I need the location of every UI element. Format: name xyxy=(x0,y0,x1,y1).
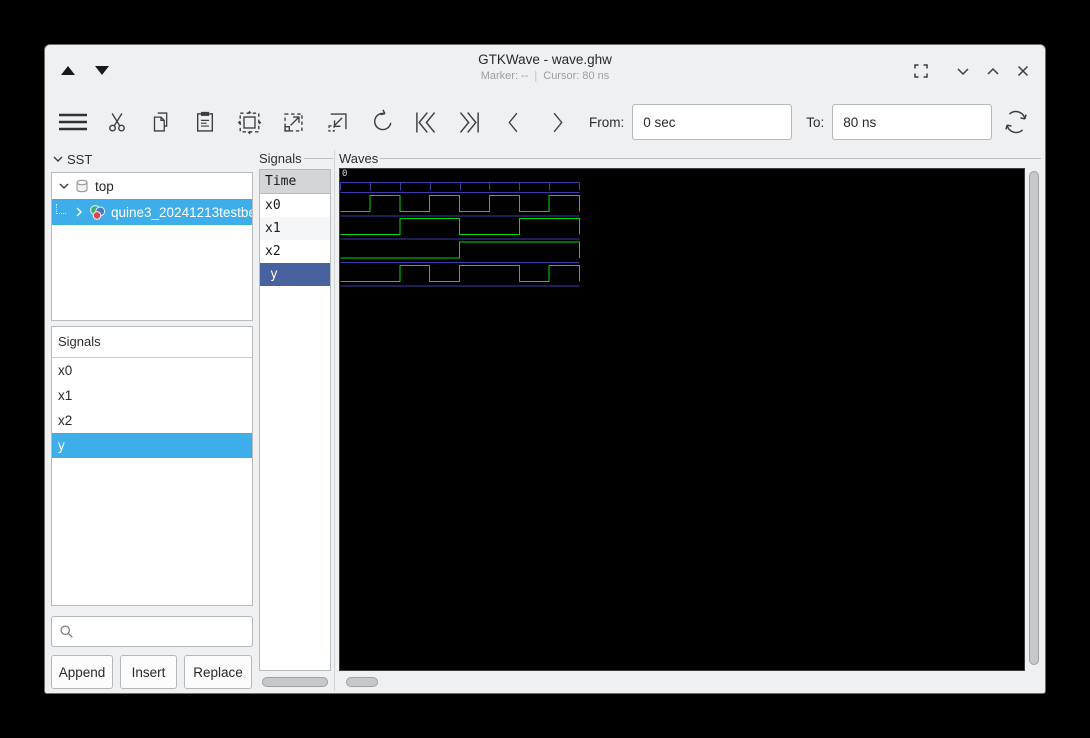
wave-hscrollbar[interactable] xyxy=(339,673,1041,691)
picker-item-x1[interactable]: x1 xyxy=(52,383,252,408)
chevron-left-icon xyxy=(500,109,527,136)
hamburger-icon xyxy=(57,106,89,138)
action-button-row: Append Insert Replace xyxy=(51,655,253,691)
tree-item-testbench[interactable]: quine3_20241213testbe xyxy=(52,199,252,225)
sst-section-header[interactable]: SST xyxy=(51,150,253,168)
toolbar: From: To: xyxy=(45,95,1045,149)
picker-item-x2[interactable]: x2 xyxy=(52,408,252,433)
zoom-out-icon xyxy=(324,109,351,136)
desktop-background: GTKWave - wave.ghw Marker: --|Cursor: 80… xyxy=(0,0,1090,738)
scissors-icon xyxy=(104,109,130,135)
to-input[interactable] xyxy=(832,104,992,140)
go-to-end-button[interactable] xyxy=(453,106,485,138)
database-icon xyxy=(74,178,90,194)
paste-button[interactable] xyxy=(189,106,221,138)
zoom-fit-button[interactable] xyxy=(233,106,265,138)
signal-search-box[interactable] xyxy=(51,616,253,647)
time-ruler-origin: 0 xyxy=(342,169,347,179)
scrollbar-thumb[interactable] xyxy=(262,677,328,687)
chevron-down-icon xyxy=(51,152,65,166)
tree-item-top[interactable]: top xyxy=(52,173,252,199)
time-column-header[interactable]: Time xyxy=(260,170,330,194)
insert-button[interactable]: Insert xyxy=(120,655,177,689)
chevron-right-icon xyxy=(544,109,571,136)
copy-icon xyxy=(148,109,174,135)
undo-icon xyxy=(368,109,395,136)
search-input[interactable] xyxy=(74,624,262,639)
module-icon xyxy=(89,204,106,221)
copy-button[interactable] xyxy=(145,106,177,138)
close-button[interactable] xyxy=(1013,61,1033,81)
chevron-down-icon xyxy=(953,61,973,81)
signals-frame-label: Signals xyxy=(259,150,333,166)
wave-plot xyxy=(340,169,1024,670)
signal-picker-panel: Signals x0 x1 x2 y xyxy=(51,326,253,606)
marker-status: Marker: -- xyxy=(481,70,529,82)
reload-icon xyxy=(1002,108,1030,136)
scrollbar-thumb[interactable] xyxy=(1029,171,1039,665)
zoom-in-icon xyxy=(280,109,307,136)
waves-frame-label: Waves xyxy=(339,150,1041,166)
from-label: From: xyxy=(589,115,624,130)
zoom-out-button[interactable] xyxy=(321,106,353,138)
cut-button[interactable] xyxy=(101,106,133,138)
reload-button[interactable] xyxy=(1000,106,1032,138)
menu-button[interactable] xyxy=(57,106,89,138)
maximize-button[interactable] xyxy=(983,61,1003,81)
picker-item-y[interactable]: y xyxy=(52,433,252,458)
tree-item-label: top xyxy=(95,179,114,194)
gtkwave-window: GTKWave - wave.ghw Marker: --|Cursor: 80… xyxy=(44,44,1046,694)
scrollbar-thumb[interactable] xyxy=(346,677,378,687)
tree-item-label: quine3_20241213testbe xyxy=(111,205,252,220)
frame-line xyxy=(304,158,333,159)
sst-tree: top quine3_20241213testbe xyxy=(51,172,253,321)
close-icon xyxy=(1013,61,1033,81)
replace-button[interactable]: Replace xyxy=(184,655,252,689)
chevron-right-icon xyxy=(72,205,86,219)
pane-splitter[interactable] xyxy=(333,150,337,691)
signal-names-hscrollbar[interactable] xyxy=(259,673,331,691)
sst-header-label: SST xyxy=(67,152,92,167)
chevron-down-icon xyxy=(57,179,71,193)
wave-canvas[interactable]: 0 xyxy=(339,168,1025,671)
picker-item-x0[interactable]: x0 xyxy=(52,358,252,383)
to-label: To: xyxy=(806,115,824,130)
skip-to-start-icon xyxy=(411,108,440,137)
wave-signal-x0[interactable]: x0 xyxy=(260,194,330,217)
fullscreen-icon xyxy=(911,61,931,81)
zoom-in-button[interactable] xyxy=(277,106,309,138)
frame-line xyxy=(380,158,1041,159)
wave-vscrollbar[interactable] xyxy=(1027,168,1041,671)
wave-signal-y[interactable]: y xyxy=(260,263,330,286)
shift-right-button[interactable] xyxy=(541,106,573,138)
chevron-up-icon xyxy=(983,61,1003,81)
wave-signal-x1[interactable]: x1 xyxy=(260,217,330,240)
status-subtitle: Marker: --|Cursor: 80 ns xyxy=(45,69,1045,84)
signal-picker-header: Signals xyxy=(52,327,252,358)
window-title: GTKWave - wave.ghw xyxy=(45,51,1045,69)
search-icon xyxy=(59,624,74,639)
cursor-status: Cursor: 80 ns xyxy=(543,70,609,82)
shift-left-button[interactable] xyxy=(497,106,529,138)
zoom-fit-icon xyxy=(236,109,263,136)
tree-branch-line xyxy=(56,204,66,214)
fullscreen-button[interactable] xyxy=(911,61,931,81)
titlebar[interactable]: GTKWave - wave.ghw Marker: --|Cursor: 80… xyxy=(45,45,1045,95)
from-input[interactable] xyxy=(632,104,792,140)
go-to-start-button[interactable] xyxy=(409,106,441,138)
signal-names-list: Time x0 x1 x2 y xyxy=(259,169,331,671)
minimize-button[interactable] xyxy=(953,61,973,81)
wave-signal-x2[interactable]: x2 xyxy=(260,240,330,263)
skip-to-end-icon xyxy=(455,108,484,137)
undo-button[interactable] xyxy=(365,106,397,138)
append-button[interactable]: Append xyxy=(51,655,113,689)
clipboard-paste-icon xyxy=(192,109,218,135)
